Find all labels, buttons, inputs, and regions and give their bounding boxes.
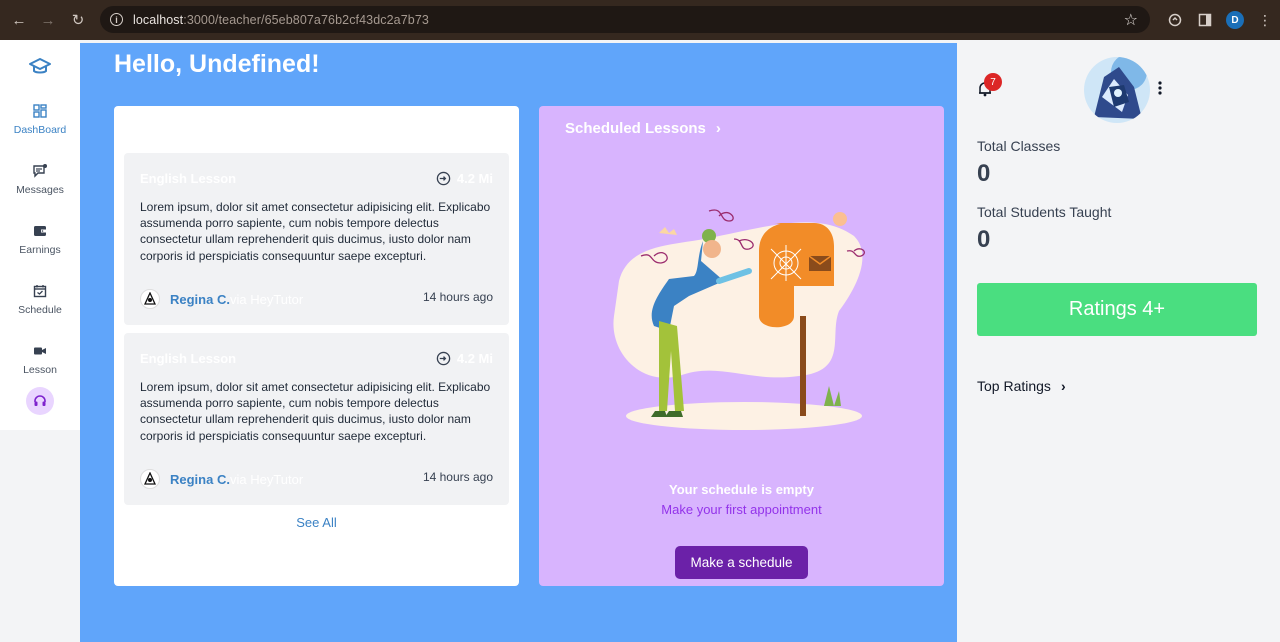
scheduled-lessons-link[interactable]: Scheduled Lessons › [565, 120, 721, 137]
total-classes-label: Total Classes [977, 138, 1061, 154]
video-icon [34, 347, 46, 355]
sidebar-item-lesson[interactable]: Lesson [0, 344, 80, 376]
author-avatar [140, 469, 160, 489]
sign-in-icon [436, 171, 451, 186]
lesson-timestamp: 14 hours ago [422, 470, 493, 484]
reload-icon[interactable]: ↻ [63, 5, 93, 35]
total-students-label: Total Students Taught [977, 204, 1112, 220]
sidebar-item-dashboard[interactable]: DashBoard [0, 104, 80, 136]
wallet-icon [34, 226, 46, 236]
back-icon[interactable]: ← [4, 5, 34, 35]
lesson-description: Lorem ipsum, dolor sit amet consectetur … [140, 380, 491, 443]
sidebar-item-earnings[interactable]: Earnings [0, 224, 80, 256]
author-name[interactable]: Regina C. [170, 472, 230, 487]
empty-schedule-subtitle: Make your first appointment [661, 502, 822, 517]
support-button[interactable] [26, 387, 54, 415]
empty-schedule-title: Your schedule is empty [669, 482, 814, 497]
sign-in-icon [436, 351, 451, 366]
sidebar-item-label: Messages [16, 184, 64, 196]
lesson-distance: 4.2 Mi [436, 351, 493, 366]
sidebar-item-messages[interactable]: Messages [0, 164, 80, 196]
see-all-link[interactable]: See All [114, 515, 519, 530]
messages-icon [33, 164, 47, 178]
empty-mailbox-illustration [613, 209, 865, 430]
top-ratings-link[interactable]: Top Ratings › [977, 378, 1066, 394]
lesson-timestamp: 14 hours ago [422, 290, 493, 304]
make-schedule-button[interactable]: Make a schedule [675, 546, 808, 579]
lesson-card[interactable]: English Lesson 4.2 Mi Lorem ipsum, dolor… [124, 153, 509, 325]
chevron-right-icon: › [1060, 378, 1066, 394]
notification-badge: 7 [984, 73, 1002, 91]
dashboard-icon [33, 104, 47, 118]
lesson-title: English Lesson [140, 171, 237, 186]
total-classes-value: 0 [977, 160, 991, 187]
scheduled-lessons-card: Scheduled Lessons › Your schedule is emp… [539, 106, 944, 586]
total-students-value: 0 [977, 226, 991, 253]
address-bar[interactable]: i localhost:3000/teacher/65eb807a76b2cf4… [100, 6, 1150, 33]
lesson-card[interactable]: English Lesson 4.2 Mi Lorem ipsum, dolor… [124, 333, 509, 505]
lesson-distance: 4.2 Mi [436, 171, 493, 186]
sidebar-item-label: Lesson [23, 364, 57, 376]
side-panel-icon[interactable] [1190, 0, 1220, 40]
lesson-description: Lorem ipsum, dolor sit amet consectetur … [140, 200, 491, 263]
calendar-icon [33, 285, 47, 298]
site-info-icon[interactable]: i [110, 13, 123, 26]
sidebar-item-schedule[interactable]: Schedule [0, 284, 80, 316]
right-panel: 7 Total Classes 0 Total Students Taught … [957, 43, 1280, 642]
author-name[interactable]: Regina C. [170, 292, 230, 307]
main-content: Hello, Undefined! English Lesson 4.2 Mi … [80, 43, 957, 642]
lesson-title: English Lesson [140, 351, 237, 366]
profile-avatar[interactable]: D [1220, 0, 1250, 40]
browser-toolbar: ← → ↻ i localhost:3000/teacher/65eb807a7… [0, 0, 1280, 40]
sidebar: DashBoard Messages Earnings Schedule Les… [0, 40, 80, 430]
headset-icon [34, 395, 46, 406]
url-text: localhost:3000/teacher/65eb807a76b2cf43d… [133, 12, 429, 27]
browser-menu-icon[interactable]: ⋮ [1250, 0, 1280, 40]
sidebar-item-label: DashBoard [13, 124, 67, 136]
sidebar-item-label: Schedule [18, 304, 62, 316]
lesson-author: Regina C. via HeyTutor [140, 289, 303, 309]
bookmark-star-icon[interactable]: ☆ [1124, 10, 1138, 30]
graduation-cap-logo-icon[interactable] [28, 55, 52, 79]
lesson-author: Regina C. via HeyTutor [140, 469, 303, 489]
author-via: via HeyTutor [229, 471, 304, 487]
extensions-icon[interactable] [1160, 0, 1190, 40]
author-via: via HeyTutor [229, 291, 304, 307]
lessons-card: English Lesson 4.2 Mi Lorem ipsum, dolor… [114, 106, 519, 586]
user-avatar[interactable] [1084, 57, 1150, 123]
page-title: Hello, Undefined! [114, 50, 320, 78]
more-options-icon[interactable] [1157, 81, 1163, 95]
forward-icon[interactable]: → [33, 5, 63, 35]
sidebar-item-label: Earnings [19, 244, 61, 256]
author-avatar [140, 289, 160, 309]
ratings-button[interactable]: Ratings 4+ [977, 283, 1257, 336]
chevron-right-icon: › [715, 120, 721, 137]
